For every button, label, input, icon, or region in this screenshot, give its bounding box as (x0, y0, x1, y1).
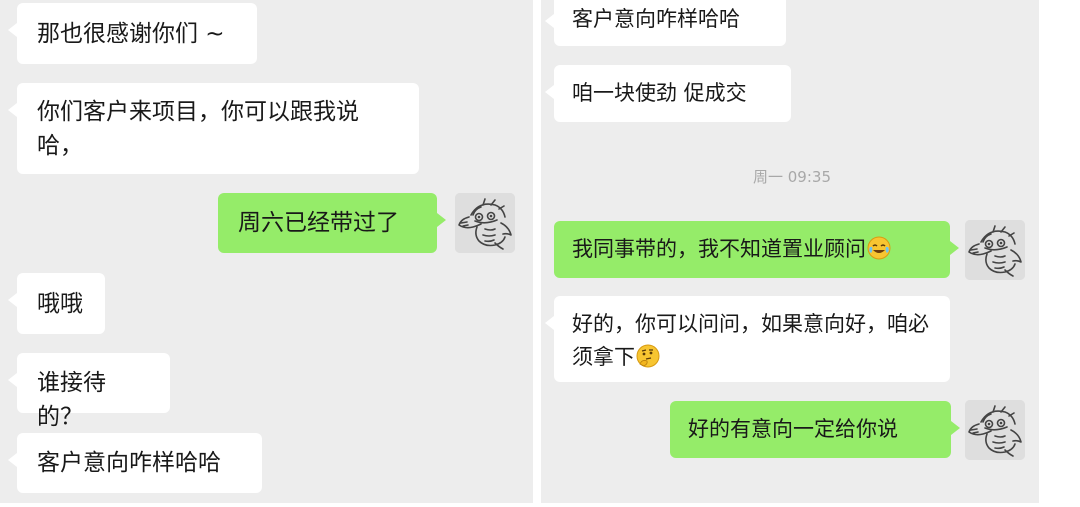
message-text: 谁接待的？ (37, 370, 106, 430)
message-text: 好的，你可以问问，如果意向好，咱必须拿下 (572, 312, 929, 369)
message-text: 客户意向咋样哈哈 (572, 7, 740, 31)
dragon-sketch-icon (965, 220, 1025, 280)
message-text: 好的有意向一定给你说 (688, 417, 898, 441)
user-avatar[interactable] (965, 220, 1025, 280)
user-avatar[interactable] (965, 400, 1025, 460)
message-text: 我同事带的，我不知道置业顾问 (572, 237, 866, 261)
message-text: 那也很感谢你们 ~ (37, 21, 225, 47)
message-text: 客户意向咋样哈哈 (37, 450, 221, 476)
message-bubble[interactable]: 咱一块使劲 促成交 (545, 65, 791, 122)
message-bubble[interactable]: 你们客户来项目，你可以跟我说哈， (8, 83, 419, 174)
dragon-sketch-icon (455, 193, 515, 253)
message-text: 咱一块使劲 促成交 (572, 81, 747, 105)
message-bubble[interactable]: 我同事带的，我不知道置业顾问 (554, 221, 959, 278)
message-bubble[interactable]: 客户意向咋样哈哈 (8, 433, 262, 493)
thinking-emoji-icon (636, 344, 660, 378)
message-bubble[interactable]: 周六已经带过了 (218, 193, 446, 253)
message-text: 你们客户来项目，你可以跟我说哈， (37, 99, 359, 159)
message-text: 周六已经带过了 (238, 210, 399, 236)
left-chat-screenshot: 那也很感谢你们 ~ 你们客户来项目，你可以跟我说哈， 周六已经带过了 哦哦 谁接… (0, 0, 533, 503)
chat-timestamp: 周一 09:35 (753, 168, 831, 186)
message-bubble[interactable]: 谁接待的？ (8, 353, 170, 430)
message-text: 哦哦 (37, 291, 83, 317)
message-bubble[interactable]: 客户意向咋样哈哈 (545, 0, 786, 46)
laughing-crying-emoji-icon (867, 236, 891, 270)
message-bubble[interactable]: 好的，你可以问问，如果意向好，咱必须拿下 (545, 296, 950, 382)
message-bubble[interactable]: 好的有意向一定给你说 (670, 401, 960, 458)
user-avatar[interactable] (455, 193, 515, 253)
right-chat-screenshot: 客户意向咋样哈哈 咱一块使劲 促成交 周一 09:35 我同事带的，我不知道置业… (541, 0, 1039, 503)
dragon-sketch-icon (965, 400, 1025, 460)
message-bubble[interactable]: 哦哦 (8, 273, 105, 334)
message-bubble[interactable]: 那也很感谢你们 ~ (8, 3, 257, 64)
